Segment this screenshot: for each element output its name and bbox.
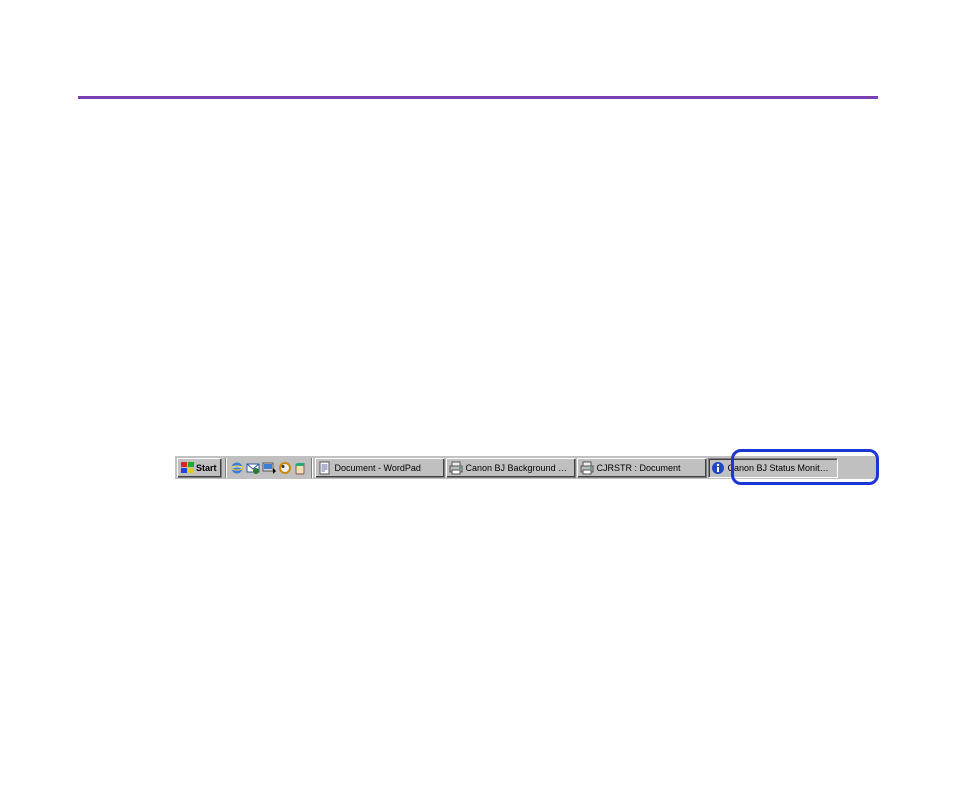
- task-bj-status-monitor[interactable]: Canon BJ Status Monitor V...: [708, 458, 838, 478]
- printer-icon: [449, 461, 463, 475]
- horizontal-divider: [78, 96, 878, 99]
- task-wordpad[interactable]: Document - WordPad: [315, 458, 445, 478]
- start-button[interactable]: Start: [177, 458, 222, 478]
- start-label: Start: [196, 463, 217, 473]
- windows-taskbar: Start: [175, 455, 877, 479]
- task-label: Canon BJ Background Mo...: [466, 463, 572, 473]
- printer-icon: [580, 461, 594, 475]
- channels-icon[interactable]: [278, 461, 292, 475]
- taskbar-separator: [225, 458, 227, 478]
- info-icon: [711, 461, 725, 475]
- task-label: CJRSTR : Document: [597, 463, 681, 473]
- task-label: Document - WordPad: [335, 463, 421, 473]
- agent-icon[interactable]: [294, 461, 308, 475]
- outlook-icon[interactable]: [246, 461, 260, 475]
- document-icon: [318, 461, 332, 475]
- desktop-icon[interactable]: [262, 461, 276, 475]
- windows-logo-icon: [181, 461, 195, 475]
- task-cjrstr-document[interactable]: CJRSTR : Document: [577, 458, 707, 478]
- task-bj-background[interactable]: Canon BJ Background Mo...: [446, 458, 576, 478]
- task-label: Canon BJ Status Monitor V...: [728, 463, 834, 473]
- taskbar-separator: [311, 458, 313, 478]
- ie-icon[interactable]: [230, 461, 244, 475]
